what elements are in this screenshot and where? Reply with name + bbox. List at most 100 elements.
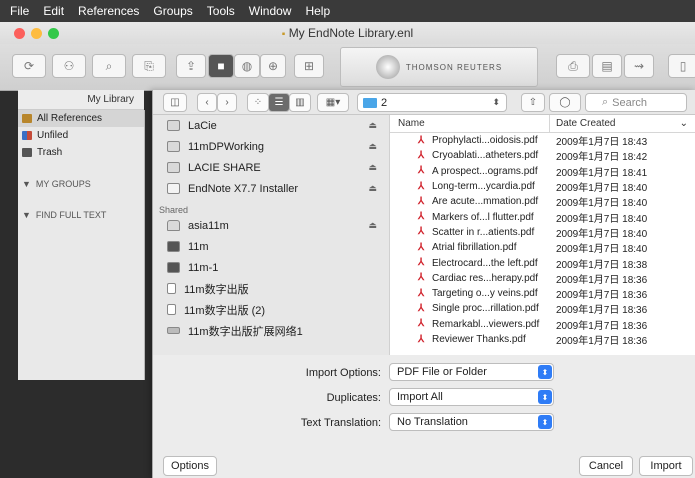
drive-icon (167, 162, 180, 173)
shared-11m-1[interactable]: 11m-1 (153, 257, 389, 278)
file-name-cell: ⅄ Cryoablati...atheters.pdf (390, 150, 550, 161)
sidebar-group-find-full-text[interactable]: ▼ FIND FULL TEXT (18, 206, 144, 223)
location-11mdpworking[interactable]: 11mDPWorking ⏏ (153, 136, 389, 157)
text-translation-value: No Translation (397, 416, 468, 428)
send-button[interactable]: ⇝ (624, 54, 654, 78)
file-name: Reviewer Thanks.pdf (432, 334, 526, 345)
window-title: ▪ My EndNote Library.enl (0, 26, 695, 40)
menu-window[interactable]: Window (242, 4, 299, 18)
online-mode-button[interactable]: ◍ (234, 54, 260, 78)
import-button[interactable]: ⇪ (176, 54, 206, 78)
shared-11m[interactable]: 11m (153, 236, 389, 257)
sidebar-group-my-groups[interactable]: ▼ MY GROUPS (18, 175, 144, 192)
cancel-button[interactable]: Cancel (579, 456, 633, 476)
options-button[interactable]: Options (163, 456, 217, 476)
location-endnote-installer[interactable]: EndNote X7.7 Installer ⏏ (153, 178, 389, 199)
location-lacie-share[interactable]: LACIE SHARE ⏏ (153, 157, 389, 178)
import-options-select[interactable]: PDF File or Folder ⬍ (389, 363, 554, 381)
column-view-button[interactable]: ▥ (289, 93, 311, 112)
file-row[interactable]: ⅄ Cardiac res...herapy.pdf 2009年1月7日 18:36 (390, 271, 695, 286)
file-row[interactable]: ⅄ Long-term...ycardia.pdf 2009年1月7日 18:40 (390, 179, 695, 194)
add-group-button[interactable]: ⊞ (294, 54, 324, 78)
share-button[interactable]: ⚇ (52, 54, 86, 78)
magnify-document-icon: ⌕ (105, 58, 113, 73)
computer-icon (167, 241, 180, 252)
menu-tools[interactable]: Tools (200, 4, 242, 18)
location-label: LACIE SHARE (188, 161, 261, 174)
share-button[interactable]: ⇧ (521, 93, 545, 112)
menu-references[interactable]: References (71, 4, 146, 18)
file-row[interactable]: ⅄ Reviewer Thanks.pdf 2009年1月7日 18:36 (390, 332, 695, 347)
menu-edit[interactable]: Edit (36, 4, 71, 18)
import-button[interactable]: Import (639, 456, 693, 476)
arrange-button[interactable]: ▦▾ (317, 93, 349, 112)
icon-view-button[interactable]: ⁘ (247, 93, 269, 112)
sidebar-item-unfiled[interactable]: Unfiled (18, 127, 144, 144)
file-date: 2009年1月7日 18:40 (556, 244, 648, 256)
open-pdf-button[interactable]: ▤ (592, 54, 622, 78)
tags-button[interactable]: ◯ (549, 93, 581, 112)
shared-asia11m[interactable]: asia11m ⏏ (153, 215, 389, 236)
file-list: Name Date Created ⌄ ⅄ Prophylacti...oidosi… (390, 115, 695, 355)
file-row[interactable]: ⅄ A prospect...ograms.pdf 2009年1月7日 18:41 (390, 164, 695, 179)
square-icon: ■ (217, 59, 225, 73)
search-field[interactable]: ⌕ Search (585, 93, 687, 112)
eject-icon[interactable]: ⏏ (368, 220, 377, 231)
forward-button[interactable]: › (217, 93, 237, 112)
sync-button[interactable]: ⟳ (12, 54, 46, 78)
path-value: 2 (381, 96, 388, 109)
file-row[interactable]: ⅄ Atrial fibrillation.pdf 2009年1月7日 18:40 (390, 240, 695, 255)
shared-11m-digital[interactable]: 11m数字出版 (153, 278, 389, 299)
file-row[interactable]: ⅄ Scatter in r...atients.pdf 2009年1月7日 18:… (390, 225, 695, 240)
online-search-button[interactable]: ⌕ (92, 54, 126, 78)
column-header-date[interactable]: Date Created ⌄ (550, 115, 695, 132)
duplicates-select[interactable]: Import All ⬍ (389, 388, 554, 406)
group-label: FIND FULL TEXT (35, 209, 107, 220)
file-row[interactable]: ⅄ Remarkabl...viewers.pdf 2009年1月7日 18:36 (390, 317, 695, 332)
layout-button[interactable]: ▯ (668, 54, 695, 78)
file-row[interactable]: ⅄ Electrocard...the left.pdf 2009年1月7日 18:… (390, 255, 695, 271)
pdf-icon: ⅄ (418, 211, 425, 223)
file-row[interactable]: ⅄ Cryoablati...atheters.pdf 2009年1月7日 18:4… (390, 148, 695, 163)
integrated-mode-button[interactable]: ⊕ (260, 54, 286, 78)
menu-groups[interactable]: Groups (146, 4, 199, 18)
computer-icon (167, 262, 180, 273)
local-library-mode-button[interactable]: ■ (208, 54, 234, 78)
sidebar-toggle-button[interactable]: ◫ (163, 93, 187, 112)
back-button[interactable]: ‹ (197, 93, 217, 112)
text-translation-select[interactable]: No Translation ⬍ (389, 413, 554, 431)
file-name: Remarkabl...viewers.pdf (432, 318, 540, 330)
eject-icon[interactable]: ⏏ (368, 162, 377, 173)
sidebar-item-all-references[interactable]: All References (18, 110, 144, 127)
file-row[interactable]: ⅄ Markers of...l flutter.pdf 2009年1月7日 18:… (390, 209, 695, 225)
sidebar-item-trash[interactable]: Trash (18, 144, 144, 161)
file-row[interactable]: ⅄ Single proc...rillation.pdf 2009年1月7日 18… (390, 301, 695, 316)
menu-file[interactable]: File (0, 4, 36, 18)
file-row[interactable]: ⅄ Targeting o...y veins.pdf 2009年1月7日 18:3… (390, 286, 695, 301)
menu-help[interactable]: Help (298, 4, 337, 18)
file-row[interactable]: ⅄ Are acute...mmation.pdf 2009年1月7日 18:40 (390, 194, 695, 209)
column-header-name[interactable]: Name (390, 115, 550, 132)
people-icon: ⚇ (63, 59, 75, 73)
find-full-text-button[interactable]: ⎙ (556, 54, 590, 78)
path-popup[interactable]: 2 ⬍ (357, 93, 507, 112)
eject-icon[interactable]: ⏏ (368, 120, 377, 131)
pdf-icon: ⅄ (418, 333, 425, 345)
file-date: 2009年1月7日 18:42 (556, 152, 648, 164)
new-reference-button[interactable]: ⎘ (132, 54, 166, 78)
list-view-button[interactable]: ☰ (268, 93, 290, 112)
location-label: 11m (188, 240, 209, 253)
file-name: Prophylacti...oidosis.pdf (432, 135, 538, 147)
cloud-icon: ⊕ (267, 59, 279, 73)
file-date: 2009年1月7日 18:36 (556, 290, 648, 302)
eject-icon[interactable]: ⏏ (368, 183, 377, 194)
location-lacie[interactable]: LaCie ⏏ (153, 115, 389, 136)
shared-11m-digital-2[interactable]: 11m数字出版 (2) (153, 299, 389, 320)
file-row[interactable]: ⅄ Prophylacti...oidosis.pdf 2009年1月7日 18:4… (390, 133, 695, 148)
file-name: Electrocard...the left.pdf (432, 257, 538, 269)
pdf-icon: ▤ (601, 59, 613, 73)
eject-icon[interactable]: ⏏ (368, 141, 377, 152)
shared-11m-digital-network[interactable]: 11m数字出版扩展网络1 (153, 320, 389, 341)
file-date: 2009年1月7日 18:38 (556, 259, 648, 271)
location-label: 11m-1 (188, 261, 219, 274)
